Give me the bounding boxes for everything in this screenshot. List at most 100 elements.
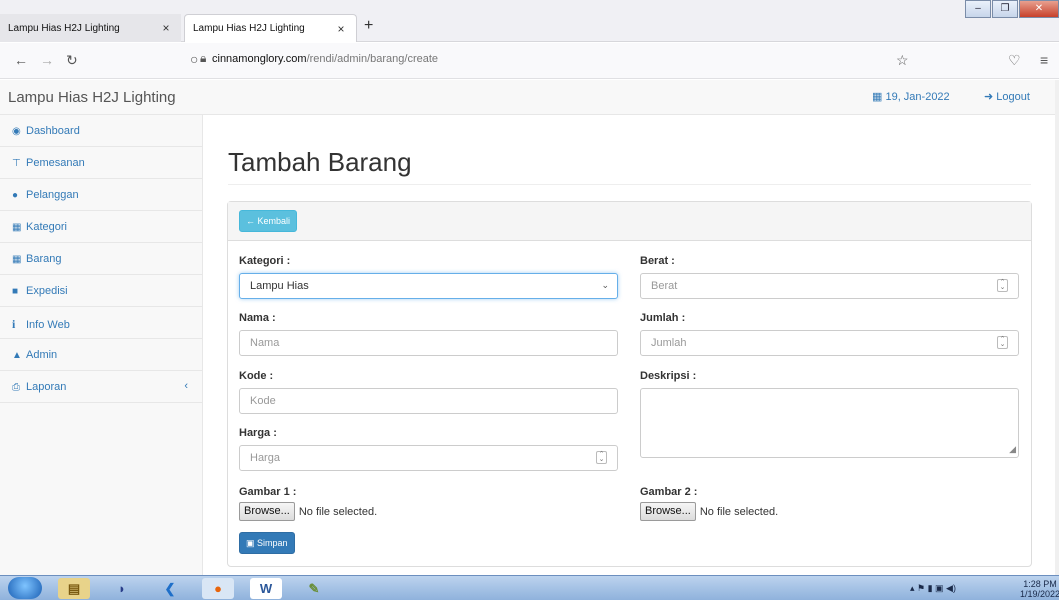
kategori-select[interactable]: Lampu Hias ⌄ (239, 273, 618, 299)
tab-title: Lampu Hias H2J Lighting (193, 23, 305, 34)
firefox-icon[interactable]: ● (202, 578, 234, 599)
save-icon: ▣ (246, 538, 258, 548)
info-icon: i (12, 317, 16, 331)
gambar2-file-input[interactable]: Browse... No file selected. (640, 502, 778, 521)
back-arrow-icon[interactable]: ← (14, 52, 28, 68)
pocket-icon[interactable]: ♡ (1008, 52, 1021, 69)
lock-icon[interactable]: 🔒︎ (200, 51, 206, 66)
nama-placeholder: Nama (250, 337, 280, 349)
sidebar-item-label: Admin (26, 349, 58, 361)
sidebar-item-barang[interactable]: ▦ Barang (0, 243, 202, 275)
reload-icon[interactable]: ↻ (66, 52, 78, 69)
kode-label: Kode : (239, 370, 274, 382)
gambar2-label: Gambar 2 : (640, 486, 698, 498)
vscode-icon[interactable]: ❮ (154, 578, 186, 599)
sidebar-item-label: Info Web (26, 319, 70, 331)
harga-placeholder: Harga (250, 452, 280, 464)
table-icon: ▦ (12, 254, 22, 265)
sidebar-item-pelanggan[interactable]: ● Pelanggan (0, 179, 202, 211)
start-button[interactable] (8, 577, 42, 599)
calendar-icon: ▦ (872, 91, 886, 103)
clock-date: 1/19/2022 (1020, 589, 1059, 599)
browse-button[interactable]: Browse... (239, 502, 295, 521)
nama-field[interactable]: Nama (239, 330, 618, 356)
sidebar-item-label: Pelanggan (26, 189, 79, 201)
sidebar-item-label: Kategori (26, 221, 67, 233)
panel-heading: ← Kembali (228, 202, 1031, 241)
spinner-icon[interactable]: ⌃ ⌄ (997, 336, 1008, 349)
harga-field[interactable]: Harga ⌃ ⌄ (239, 445, 618, 471)
shield-icon[interactable]: ○ (190, 51, 198, 67)
sidebar-item-admin[interactable]: ▲ Admin (0, 339, 202, 371)
spinner-icon[interactable]: ⌃ ⌄ (596, 451, 607, 464)
taskbar: ▤ ◗ ❮ ● W ✎ ▴ ⚑ ▮ ▣ ◀) 1:28 PM 1/19/2022 (0, 575, 1059, 600)
cart-icon: ⊤ (12, 158, 21, 169)
sidebar-item-label: Expedisi (26, 285, 68, 297)
nama-label: Nama : (239, 312, 276, 324)
sidebar-item-kategori[interactable]: ▦ Kategori (0, 211, 202, 243)
url-host: cinnamonglory.com (212, 53, 307, 65)
spinner-icon[interactable]: ⌃ ⌄ (997, 279, 1008, 292)
jumlah-field[interactable]: Jumlah ⌃ ⌄ (640, 330, 1019, 356)
truck-icon: ■ (12, 286, 19, 297)
table-icon: ▦ (12, 222, 22, 233)
sidebar-item-expedisi[interactable]: ■ Expedisi (0, 275, 202, 307)
back-button[interactable]: ← Kembali (239, 210, 298, 232)
tachometer-icon: ◉ (12, 126, 21, 137)
address-bar[interactable]: cinnamonglory.com/rendi/admin/barang/cre… (212, 53, 438, 65)
chevron-down-icon: ⌄ (601, 280, 609, 290)
kode-field[interactable]: Kode (239, 388, 618, 414)
date-text: 19, Jan-2022 (885, 91, 950, 103)
close-tab-icon[interactable]: × (159, 21, 173, 35)
users-icon: ● (12, 190, 19, 201)
clock-time: 1:28 PM (1023, 579, 1057, 589)
clock[interactable]: 1:28 PM 1/19/2022 (1020, 579, 1059, 599)
chevron-left-icon: ‹ (184, 380, 188, 392)
gambar1-file-input[interactable]: Browse... No file selected. (239, 502, 377, 521)
gambar1-label: Gambar 1 : (239, 486, 297, 498)
sidebar-item-dashboard[interactable]: ◉ Dashboard (0, 115, 202, 147)
app-brand[interactable]: Lampu Hias H2J Lighting (8, 89, 176, 106)
system-tray-icons[interactable]: ▴ ⚑ ▮ ▣ ◀) (910, 583, 956, 594)
browser-tab-active[interactable]: Lampu Hias H2J Lighting × (184, 14, 357, 42)
logout-label: Logout (996, 91, 1030, 103)
dolphin-app-icon[interactable]: ◗ (106, 578, 138, 599)
window-close-icon[interactable]: ✕ (1019, 0, 1059, 18)
print-icon: ⎙ (12, 382, 20, 393)
current-date: ▦ 19, Jan-2022 (872, 90, 950, 103)
berat-placeholder: Berat (651, 280, 678, 292)
logout-link[interactable]: ➜ Logout (984, 90, 1030, 103)
divider (228, 184, 1031, 185)
bookmark-star-icon[interactable]: ☆ (896, 52, 909, 69)
sidebar-item-label: Barang (26, 253, 62, 265)
resize-handle-icon[interactable]: ◢ (1009, 444, 1016, 455)
sidebar-item-laporan[interactable]: ⎙ Laporan ‹ (0, 371, 202, 403)
save-button[interactable]: ▣ Simpan (239, 532, 295, 554)
sidebar-item-pemesanan[interactable]: ⊤ Pemesanan (0, 147, 202, 179)
jumlah-label: Jumlah : (640, 312, 686, 324)
kode-placeholder: Kode (250, 395, 276, 407)
minimize-icon[interactable]: – (965, 0, 991, 18)
berat-label: Berat : (640, 255, 675, 267)
browse-button[interactable]: Browse... (640, 502, 696, 521)
word-icon[interactable]: W (250, 578, 282, 599)
forward-arrow-icon[interactable]: → (40, 52, 54, 68)
jumlah-placeholder: Jumlah (651, 337, 687, 349)
sidebar: ◉ Dashboard ⊤ Pemesanan ● Pelanggan ▦ Katego… (0, 115, 203, 575)
file-explorer-icon[interactable]: ▤ (58, 578, 90, 599)
url-path: /rendi/admin/barang/create (306, 53, 439, 65)
sidebar-item-info-web[interactable]: i Info Web (0, 307, 202, 339)
browser-tab[interactable]: Lampu Hias H2J Lighting × (0, 14, 181, 42)
back-button-label: Kembali (257, 216, 291, 226)
maximize-icon[interactable]: ❐ (992, 0, 1018, 18)
new-tab-icon[interactable]: + (364, 17, 373, 35)
close-tab-icon[interactable]: × (334, 22, 348, 36)
berat-field[interactable]: Berat ⌃ ⌄ (640, 273, 1019, 299)
tab-title: Lampu Hias H2J Lighting (8, 22, 120, 34)
harga-label: Harga : (239, 427, 277, 439)
menu-icon[interactable]: ≡ (1040, 52, 1048, 68)
paint-icon[interactable]: ✎ (298, 578, 330, 599)
save-button-label: Simpan (257, 538, 288, 548)
page-scrollbar[interactable] (1055, 80, 1059, 575)
deskripsi-textarea[interactable]: ◢ (640, 388, 1019, 458)
